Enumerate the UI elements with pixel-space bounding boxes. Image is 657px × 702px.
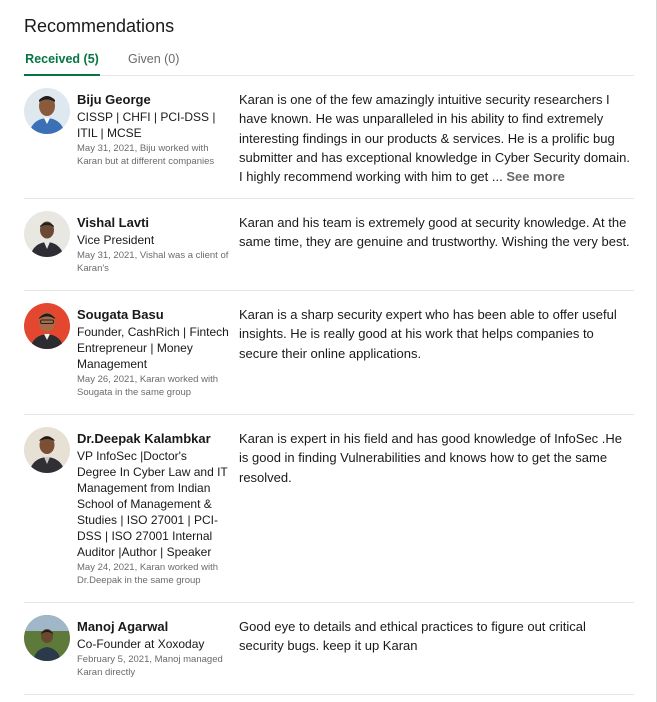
recommendation-text: Karan is expert in his field and has goo…	[239, 431, 623, 485]
avatar[interactable]	[24, 211, 70, 257]
recommendation-meta: May 26, 2021, Karan worked with Sougata …	[77, 374, 218, 398]
see-more-link[interactable]: See more	[506, 169, 565, 184]
recommender-headline: VP InfoSec |Doctor's Degree In Cyber Law…	[77, 449, 228, 559]
recommendation-text: Karan is one of the few amazingly intuit…	[239, 90, 631, 186]
recommender-name[interactable]: Biju George	[77, 92, 229, 108]
recommendation-item: Biju George CISSP | CHFI | PCI-DSS | ITI…	[24, 76, 634, 199]
tab-given[interactable]: Given (0)	[128, 46, 179, 76]
recommender-headline: CISSP | CHFI | PCI-DSS | ITIL | MCSE	[77, 110, 216, 140]
recommender-name[interactable]: Vishal Lavti	[77, 215, 229, 231]
avatar[interactable]	[24, 615, 70, 661]
recommendation-item: Dr.Deepak Kalambkar VP InfoSec |Doctor's…	[24, 415, 634, 603]
recommendation-item: Manoj Agarwal Co-Founder at Xoxoday Febr…	[24, 603, 634, 695]
avatar[interactable]	[24, 427, 70, 473]
recommendation-meta: May 31, 2021, Vishal was a client of Kar…	[77, 250, 229, 274]
recommender-name[interactable]: Dr.Deepak Kalambkar	[77, 431, 229, 447]
recommendation-text: Karan and his team is extremely good at …	[239, 215, 630, 250]
recommendation-text: Karan is a sharp security expert who has…	[239, 307, 617, 361]
recommender-headline: Vice President	[77, 233, 155, 247]
tab-received[interactable]: Received (5)	[24, 46, 100, 76]
recommendation-item: Sougata Basu Founder, CashRich | Fintech…	[24, 291, 634, 415]
recommender-headline: Co-Founder at Xoxoday	[77, 637, 205, 651]
recommendation-meta: February 5, 2021, Manoj managed Karan di…	[77, 654, 223, 678]
recommendations-card: Recommendations Received (5) Given (0) B…	[0, 0, 657, 702]
recommendation-tabs: Received (5) Given (0)	[24, 46, 634, 76]
recommender-name[interactable]: Manoj Agarwal	[77, 619, 229, 635]
section-title: Recommendations	[24, 16, 175, 36]
recommendation-text: Good eye to details and ethical practice…	[239, 619, 586, 654]
recommendation-meta: May 24, 2021, Karan worked with Dr.Deepa…	[77, 562, 218, 586]
recommendation-item: Vishal Lavti Vice President May 31, 2021…	[24, 199, 634, 291]
avatar[interactable]	[24, 88, 70, 134]
recommender-name[interactable]: Sougata Basu	[77, 307, 229, 323]
recommender-headline: Founder, CashRich | Fintech Entrepreneur…	[77, 325, 229, 371]
recommendation-body: Karan is one of the few amazingly intuit…	[239, 92, 630, 185]
recommendation-list: Biju George CISSP | CHFI | PCI-DSS | ITI…	[24, 76, 634, 695]
recommendation-meta: May 31, 2021, Biju worked with Karan but…	[77, 143, 215, 167]
avatar[interactable]	[24, 303, 70, 349]
